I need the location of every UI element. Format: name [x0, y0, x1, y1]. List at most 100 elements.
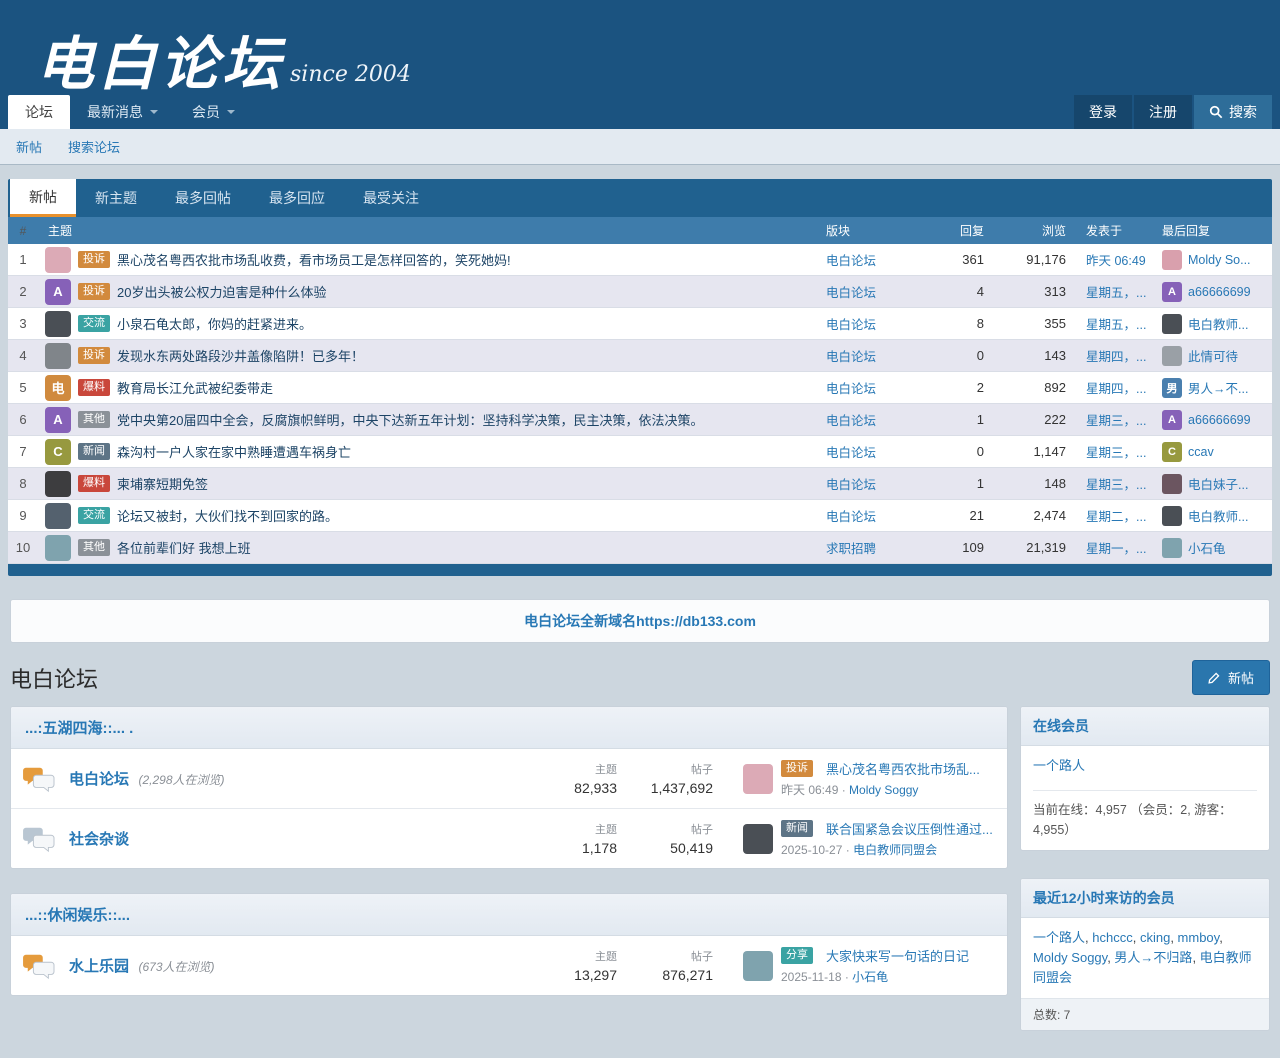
- latest-post-title-link[interactable]: 大家快来写一句话的日记: [826, 946, 969, 965]
- latest-post-avatar[interactable]: [743, 951, 773, 981]
- topic-avatar[interactable]: [38, 311, 78, 337]
- latest-post-user-link[interactable]: Moldy Soggy: [849, 783, 918, 797]
- category-title[interactable]: ...::休闲娱乐::...: [11, 894, 1007, 936]
- post-date-link[interactable]: 昨天 06:49: [1086, 254, 1146, 268]
- login-button[interactable]: 登录: [1074, 95, 1132, 129]
- post-date-link[interactable]: 星期四，...: [1086, 350, 1146, 364]
- search-button[interactable]: 搜索: [1194, 95, 1272, 129]
- topic-badge[interactable]: 投诉: [78, 283, 110, 300]
- forum-link[interactable]: 电白论坛: [826, 350, 876, 364]
- topic-title-link[interactable]: 论坛又被封，大伙们找不到回家的路。: [117, 506, 338, 525]
- topic-title-link[interactable]: 各位前辈们好 我想上班: [117, 538, 251, 557]
- forum-link[interactable]: 求职招聘: [826, 542, 876, 556]
- forum-link[interactable]: 电白论坛: [826, 286, 876, 300]
- widget-tab[interactable]: 最受关注: [344, 179, 438, 217]
- last-reply-avatar[interactable]: [1162, 250, 1182, 270]
- topic-avatar[interactable]: A: [38, 407, 78, 433]
- topic-title-link[interactable]: 发现水东两处路段沙井盖像陷阱！已多年！: [117, 346, 364, 365]
- topic-badge[interactable]: 投诉: [78, 347, 110, 364]
- latest-post-user-link[interactable]: 小石龟: [852, 970, 888, 984]
- forum-name-link[interactable]: 水上乐园: [69, 958, 129, 975]
- topic-avatar[interactable]: [38, 247, 78, 273]
- topic-badge[interactable]: 交流: [78, 507, 110, 524]
- last-reply-avatar[interactable]: A: [1162, 282, 1182, 302]
- topic-title-link[interactable]: 小泉石龟太郎，你妈的赶紧进来。: [117, 314, 312, 333]
- topic-avatar[interactable]: [38, 471, 78, 497]
- last-reply-avatar[interactable]: [1162, 506, 1182, 526]
- last-reply-user-link[interactable]: 此情可待: [1188, 346, 1238, 365]
- latest-post-badge[interactable]: 投诉: [781, 760, 813, 777]
- subnav-search-forum-link[interactable]: 搜索论坛: [68, 137, 120, 156]
- last-reply-avatar[interactable]: [1162, 314, 1182, 334]
- topic-avatar[interactable]: [38, 503, 78, 529]
- latest-post-title-link[interactable]: 联合国紧急会议压倒性通过...: [826, 819, 993, 838]
- last-reply-avatar[interactable]: [1162, 538, 1182, 558]
- nav-tab-latest-news[interactable]: 最新消息: [70, 95, 175, 129]
- online-members-title[interactable]: 在线会员: [1021, 707, 1269, 746]
- post-date-link[interactable]: 星期一，...: [1086, 542, 1146, 556]
- topic-avatar[interactable]: C: [38, 439, 78, 465]
- last-reply-user-link[interactable]: 电白教师...: [1188, 314, 1248, 333]
- last-reply-avatar[interactable]: [1162, 474, 1182, 494]
- notice-banner[interactable]: 电白论坛全新域名https://db133.com: [10, 599, 1270, 643]
- forum-link[interactable]: 电白论坛: [826, 478, 876, 492]
- last-reply-user-link[interactable]: 男人→不...: [1188, 378, 1248, 397]
- online-member-link[interactable]: 一个路人: [1033, 758, 1085, 773]
- visitor-link[interactable]: hchccc: [1092, 930, 1132, 945]
- post-date-link[interactable]: 星期三，...: [1086, 414, 1146, 428]
- topic-title-link[interactable]: 柬埔寨短期免签: [117, 474, 208, 493]
- topic-badge[interactable]: 爆料: [78, 379, 110, 396]
- topic-avatar[interactable]: 电: [38, 375, 78, 401]
- topic-avatar[interactable]: [38, 343, 78, 369]
- widget-tab[interactable]: 新帖: [10, 179, 76, 217]
- last-reply-user-link[interactable]: a66666699: [1188, 413, 1251, 427]
- subnav-new-posts-link[interactable]: 新帖: [16, 137, 42, 156]
- last-reply-avatar[interactable]: A: [1162, 410, 1182, 430]
- post-date-link[interactable]: 星期五，...: [1086, 318, 1146, 332]
- widget-tab[interactable]: 最多回帖: [156, 179, 250, 217]
- topic-badge[interactable]: 新闻: [78, 443, 110, 460]
- widget-tab[interactable]: 新主题: [76, 179, 156, 217]
- topic-title-link[interactable]: 党中央第20届四中全会，反腐旗帜鲜明，中央下达新五年计划：坚持科学决策，民主决策…: [117, 410, 703, 429]
- last-reply-user-link[interactable]: 小石龟: [1188, 538, 1226, 557]
- latest-post-badge[interactable]: 分享: [781, 947, 813, 964]
- forum-name-link[interactable]: 电白论坛: [69, 771, 129, 788]
- register-button[interactable]: 注册: [1134, 95, 1192, 129]
- widget-tab[interactable]: 最多回应: [250, 179, 344, 217]
- post-date-link[interactable]: 星期五，...: [1086, 286, 1146, 300]
- topic-badge[interactable]: 其他: [78, 539, 110, 556]
- recent-visitors-title[interactable]: 最近12小时来访的会员: [1021, 879, 1269, 918]
- topic-badge[interactable]: 爆料: [78, 475, 110, 492]
- topic-avatar[interactable]: [38, 535, 78, 561]
- topic-badge[interactable]: 交流: [78, 315, 110, 332]
- site-logo[interactable]: 电白论坛: [36, 35, 284, 93]
- latest-post-title-link[interactable]: 黑心茂名粤西农批市场乱...: [826, 759, 980, 778]
- forum-link[interactable]: 电白论坛: [826, 414, 876, 428]
- latest-post-badge[interactable]: 新闻: [781, 820, 813, 837]
- forum-link[interactable]: 电白论坛: [826, 382, 876, 396]
- last-reply-avatar[interactable]: C: [1162, 442, 1182, 462]
- visitor-link[interactable]: 一个路人: [1033, 930, 1085, 945]
- last-reply-user-link[interactable]: ccav: [1188, 445, 1214, 459]
- topic-badge[interactable]: 其他: [78, 411, 110, 428]
- last-reply-user-link[interactable]: Moldy So...: [1188, 253, 1251, 267]
- last-reply-user-link[interactable]: 电白教师...: [1188, 506, 1248, 525]
- nav-tab-members[interactable]: 会员: [175, 95, 252, 129]
- topic-avatar[interactable]: A: [38, 279, 78, 305]
- category-title[interactable]: ...:五湖四海::... .: [11, 707, 1007, 749]
- latest-post-avatar[interactable]: [743, 764, 773, 794]
- topic-title-link[interactable]: 森沟村一户人家在家中熟睡遭遇车祸身亡: [117, 442, 351, 461]
- last-reply-avatar[interactable]: 男: [1162, 378, 1182, 398]
- post-date-link[interactable]: 星期三，...: [1086, 478, 1146, 492]
- visitor-link[interactable]: cking: [1140, 930, 1170, 945]
- visitor-link[interactable]: 男人→不归路: [1114, 950, 1192, 965]
- nav-tab-forum[interactable]: 论坛: [8, 95, 70, 129]
- topic-title-link[interactable]: 20岁出头被公权力迫害是种什么体验: [117, 282, 326, 301]
- post-date-link[interactable]: 星期四，...: [1086, 382, 1146, 396]
- topic-title-link[interactable]: 黑心茂名粤西农批市场乱收费，看市场员工是怎样回答的，笑死她妈!: [117, 250, 511, 269]
- post-date-link[interactable]: 星期二，...: [1086, 510, 1146, 524]
- latest-post-user-link[interactable]: 电白教师同盟会: [853, 843, 937, 857]
- forum-link[interactable]: 电白论坛: [826, 318, 876, 332]
- last-reply-user-link[interactable]: a66666699: [1188, 285, 1251, 299]
- post-date-link[interactable]: 星期三，...: [1086, 446, 1146, 460]
